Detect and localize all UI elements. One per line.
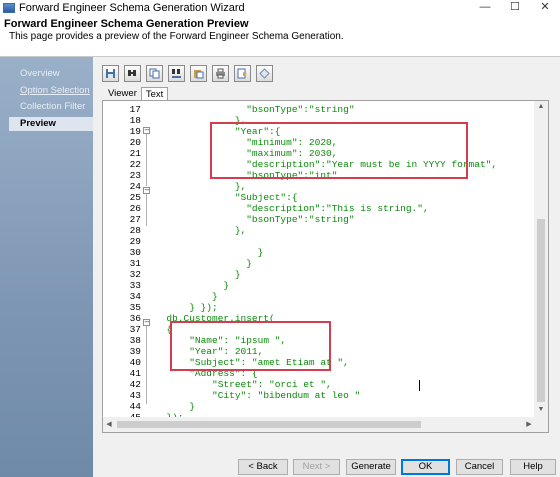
export-icon[interactable] <box>234 65 251 82</box>
close-button[interactable]: ✕ <box>530 0 560 15</box>
highlight-box-year-schema <box>210 122 468 179</box>
print-icon[interactable] <box>212 65 229 82</box>
code-line: }, <box>155 181 247 192</box>
sidebar-item-collection-filter[interactable]: Collection Filter <box>20 101 85 112</box>
fold-toggle[interactable]: − <box>143 319 150 326</box>
wizard-steps-sidebar: Overview Option Selection Collection Fil… <box>0 57 93 477</box>
page-title: Forward Engineer Schema Generation Previ… <box>4 18 249 30</box>
code-line: "bsonType":"string" <box>155 104 355 115</box>
text-caret <box>419 380 420 391</box>
help-button[interactable]: Help <box>510 459 556 475</box>
code-line: } <box>155 401 195 412</box>
scroll-right-icon[interactable]: ▶ <box>523 417 535 432</box>
tab-text[interactable]: Text <box>140 87 169 101</box>
code-line: "description":"This is string.", <box>155 203 429 214</box>
fold-guide <box>146 134 147 186</box>
vertical-scroll-thumb[interactable] <box>537 219 545 402</box>
code-line: } <box>155 269 241 280</box>
settings-icon[interactable] <box>256 65 273 82</box>
preview-tabs: Viewer Text <box>104 87 169 101</box>
wizard-window: Forward Engineer Schema Generation Wizar… <box>0 0 560 477</box>
horizontal-scrollbar[interactable]: ◀ ▶ <box>103 417 548 432</box>
back-button[interactable]: < Back <box>238 459 288 475</box>
cancel-button[interactable]: Cancel <box>456 459 503 475</box>
paste-icon[interactable] <box>190 65 207 82</box>
sidebar-item-option-selection[interactable]: Option Selection <box>20 85 90 96</box>
fold-toggle[interactable]: − <box>143 127 150 134</box>
highlight-box-insert-fields <box>170 321 331 371</box>
sidebar-item-overview[interactable]: Overview <box>20 68 60 79</box>
code-line: }, <box>155 225 247 236</box>
wizard-footer: < Back Next > Generate OK Cancel Help <box>0 452 560 477</box>
fold-toggle[interactable]: − <box>143 187 150 194</box>
vertical-scrollbar[interactable]: ▲ ▼ <box>534 101 548 418</box>
code-line: "Street": "orci et ", <box>155 379 332 390</box>
app-icon <box>3 2 15 13</box>
scroll-up-icon[interactable]: ▲ <box>534 101 548 113</box>
preview-toolbar <box>102 65 273 83</box>
code-line: "bsonType":"string" <box>155 214 355 225</box>
code-line: } <box>155 291 218 302</box>
next-button[interactable]: Next > <box>293 459 340 475</box>
scroll-down-icon[interactable]: ▼ <box>534 404 548 416</box>
code-line: } <box>155 258 252 269</box>
minimize-button[interactable]: — <box>470 0 500 15</box>
sidebar-item-preview[interactable]: Preview <box>9 117 93 131</box>
fold-guide <box>146 326 147 404</box>
horizontal-scroll-thumb[interactable] <box>117 421 421 428</box>
find-icon[interactable] <box>124 65 141 82</box>
page-subtitle: This page provides a preview of the Forw… <box>9 31 344 42</box>
fold-guide <box>146 194 147 226</box>
code-line: } <box>155 247 264 258</box>
code-line: } }); <box>155 302 218 313</box>
code-line: } <box>155 280 230 291</box>
save-icon[interactable] <box>102 65 119 82</box>
maximize-button[interactable]: ☐ <box>500 0 530 15</box>
wizard-header: Forward Engineer Schema Generation Previ… <box>0 15 560 57</box>
ok-button[interactable]: OK <box>401 459 450 475</box>
code-editor[interactable]: 17 18 19 20 21 22 23 24 25 26 27 28 29 30 31 32 33 34 35 36… <box>102 100 549 433</box>
code-line: "City": "bibendum at leo " <box>155 390 361 401</box>
title-bar: Forward Engineer Schema Generation Wizar… <box>0 0 560 15</box>
code-line: "Subject":{ <box>155 192 298 203</box>
find-replace-icon[interactable] <box>168 65 185 82</box>
scroll-left-icon[interactable]: ◀ <box>103 417 115 432</box>
tab-viewer[interactable]: Viewer <box>104 87 141 100</box>
copy-icon[interactable] <box>146 65 163 82</box>
generate-button[interactable]: Generate <box>346 459 396 475</box>
window-title: Forward Engineer Schema Generation Wizar… <box>19 1 245 14</box>
